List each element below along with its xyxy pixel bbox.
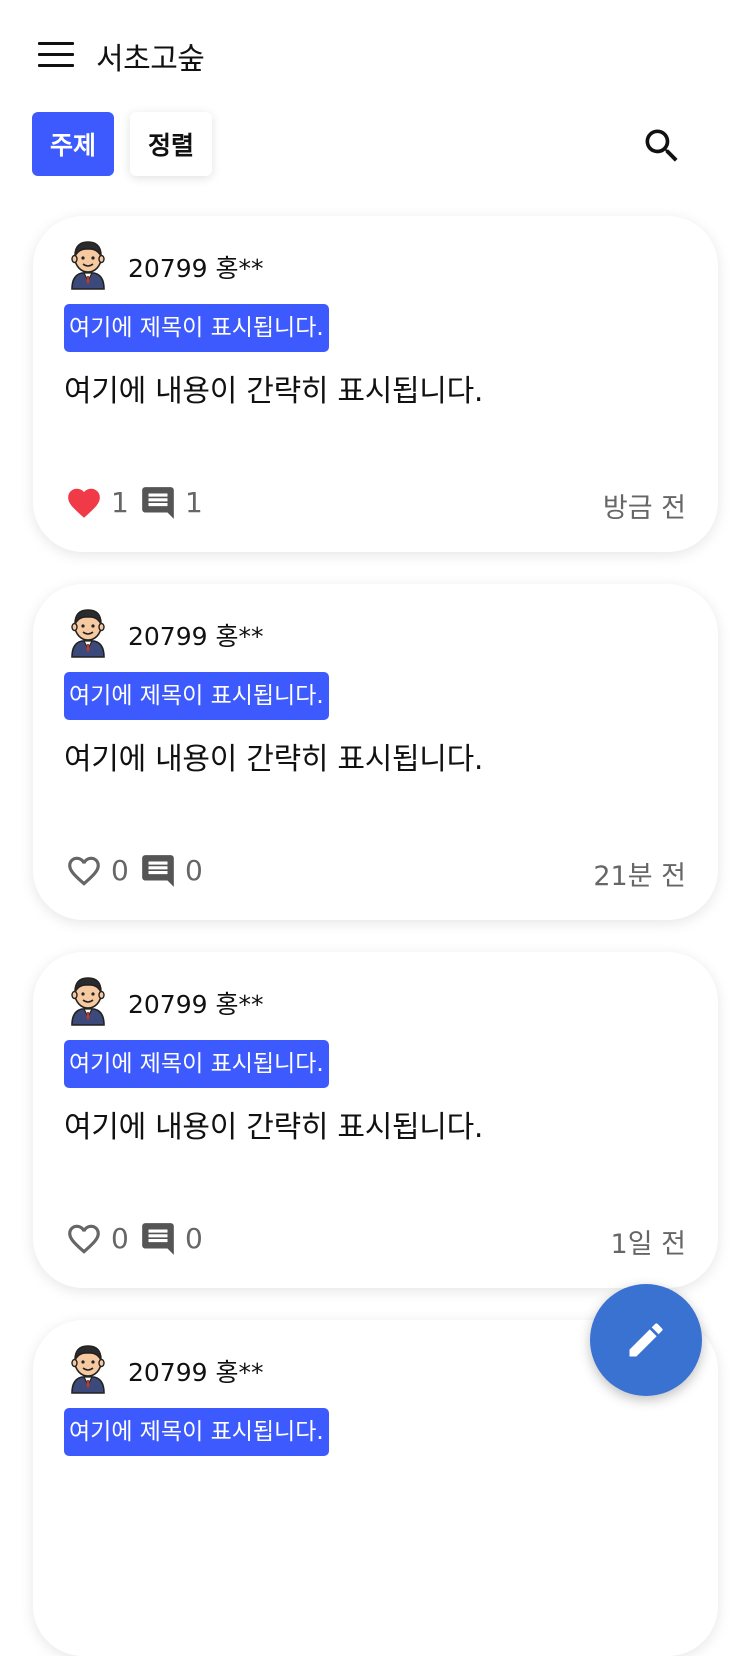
post-title: 여기에 제목이 표시됩니다. [64, 1408, 329, 1456]
post-author: 20799 홍** [128, 622, 264, 651]
post-time: 1일 전 [610, 1229, 686, 1260]
like-count: 0 [111, 1222, 129, 1255]
post-card[interactable]: 20799 홍** 여기에 제목이 표시됩니다. 여기에 내용이 간략히 표시됩… [33, 216, 718, 552]
comment-icon [142, 487, 174, 519]
comment-count: 0 [185, 1222, 203, 1255]
comment-icon [142, 1223, 174, 1255]
post-author: 20799 홍** [128, 990, 264, 1019]
post-card[interactable]: 20799 홍** 여기에 제목이 표시됩니다. 여기에 내용이 간략히 표시됩… [33, 584, 718, 920]
topic-filter-button[interactable]: 주제 [32, 112, 114, 176]
app-title: 서초고숲 [96, 42, 205, 77]
post-summary: 여기에 내용이 간략히 표시됩니다. [64, 374, 484, 409]
post-time: 21분 전 [593, 861, 686, 892]
student-avatar-icon [71, 609, 105, 658]
heart-outline-icon[interactable] [65, 852, 103, 890]
post-title: 여기에 제목이 표시됩니다. [64, 304, 329, 352]
heart-filled-icon[interactable] [65, 484, 103, 522]
like-count: 1 [111, 486, 129, 519]
heart-outline-icon[interactable] [65, 1220, 103, 1258]
post-author: 20799 홍** [128, 254, 264, 283]
post-summary: 여기에 내용이 간략히 표시됩니다. [64, 742, 484, 777]
menu-icon-line [38, 42, 74, 45]
search-icon [645, 129, 678, 162]
comment-count: 1 [185, 486, 203, 519]
menu-icon-line [38, 53, 74, 56]
app-bar: 서초고숲 [0, 0, 750, 110]
comment-count: 0 [185, 854, 203, 887]
menu-button[interactable] [38, 42, 74, 68]
like-count: 0 [111, 854, 129, 887]
post-summary: 여기에 내용이 간략히 표시됩니다. [64, 1110, 484, 1145]
post-title: 여기에 제목이 표시됩니다. [64, 1040, 329, 1088]
compose-button[interactable] [590, 1284, 702, 1396]
student-avatar-icon [71, 1345, 105, 1394]
post-card[interactable]: 20799 홍** 여기에 제목이 표시됩니다. 여기에 내용이 간략히 표시됩… [33, 952, 718, 1288]
post-time: 방금 전 [602, 493, 686, 524]
student-avatar-icon [71, 241, 105, 290]
post-title: 여기에 제목이 표시됩니다. [64, 672, 329, 720]
sort-filter-button[interactable]: 정렬 [130, 112, 212, 176]
pencil-icon [629, 1323, 663, 1357]
student-avatar-icon [71, 977, 105, 1026]
search-button[interactable] [640, 124, 684, 168]
comment-icon [142, 855, 174, 887]
menu-icon-line [38, 64, 74, 67]
post-author: 20799 홍** [128, 1358, 264, 1387]
